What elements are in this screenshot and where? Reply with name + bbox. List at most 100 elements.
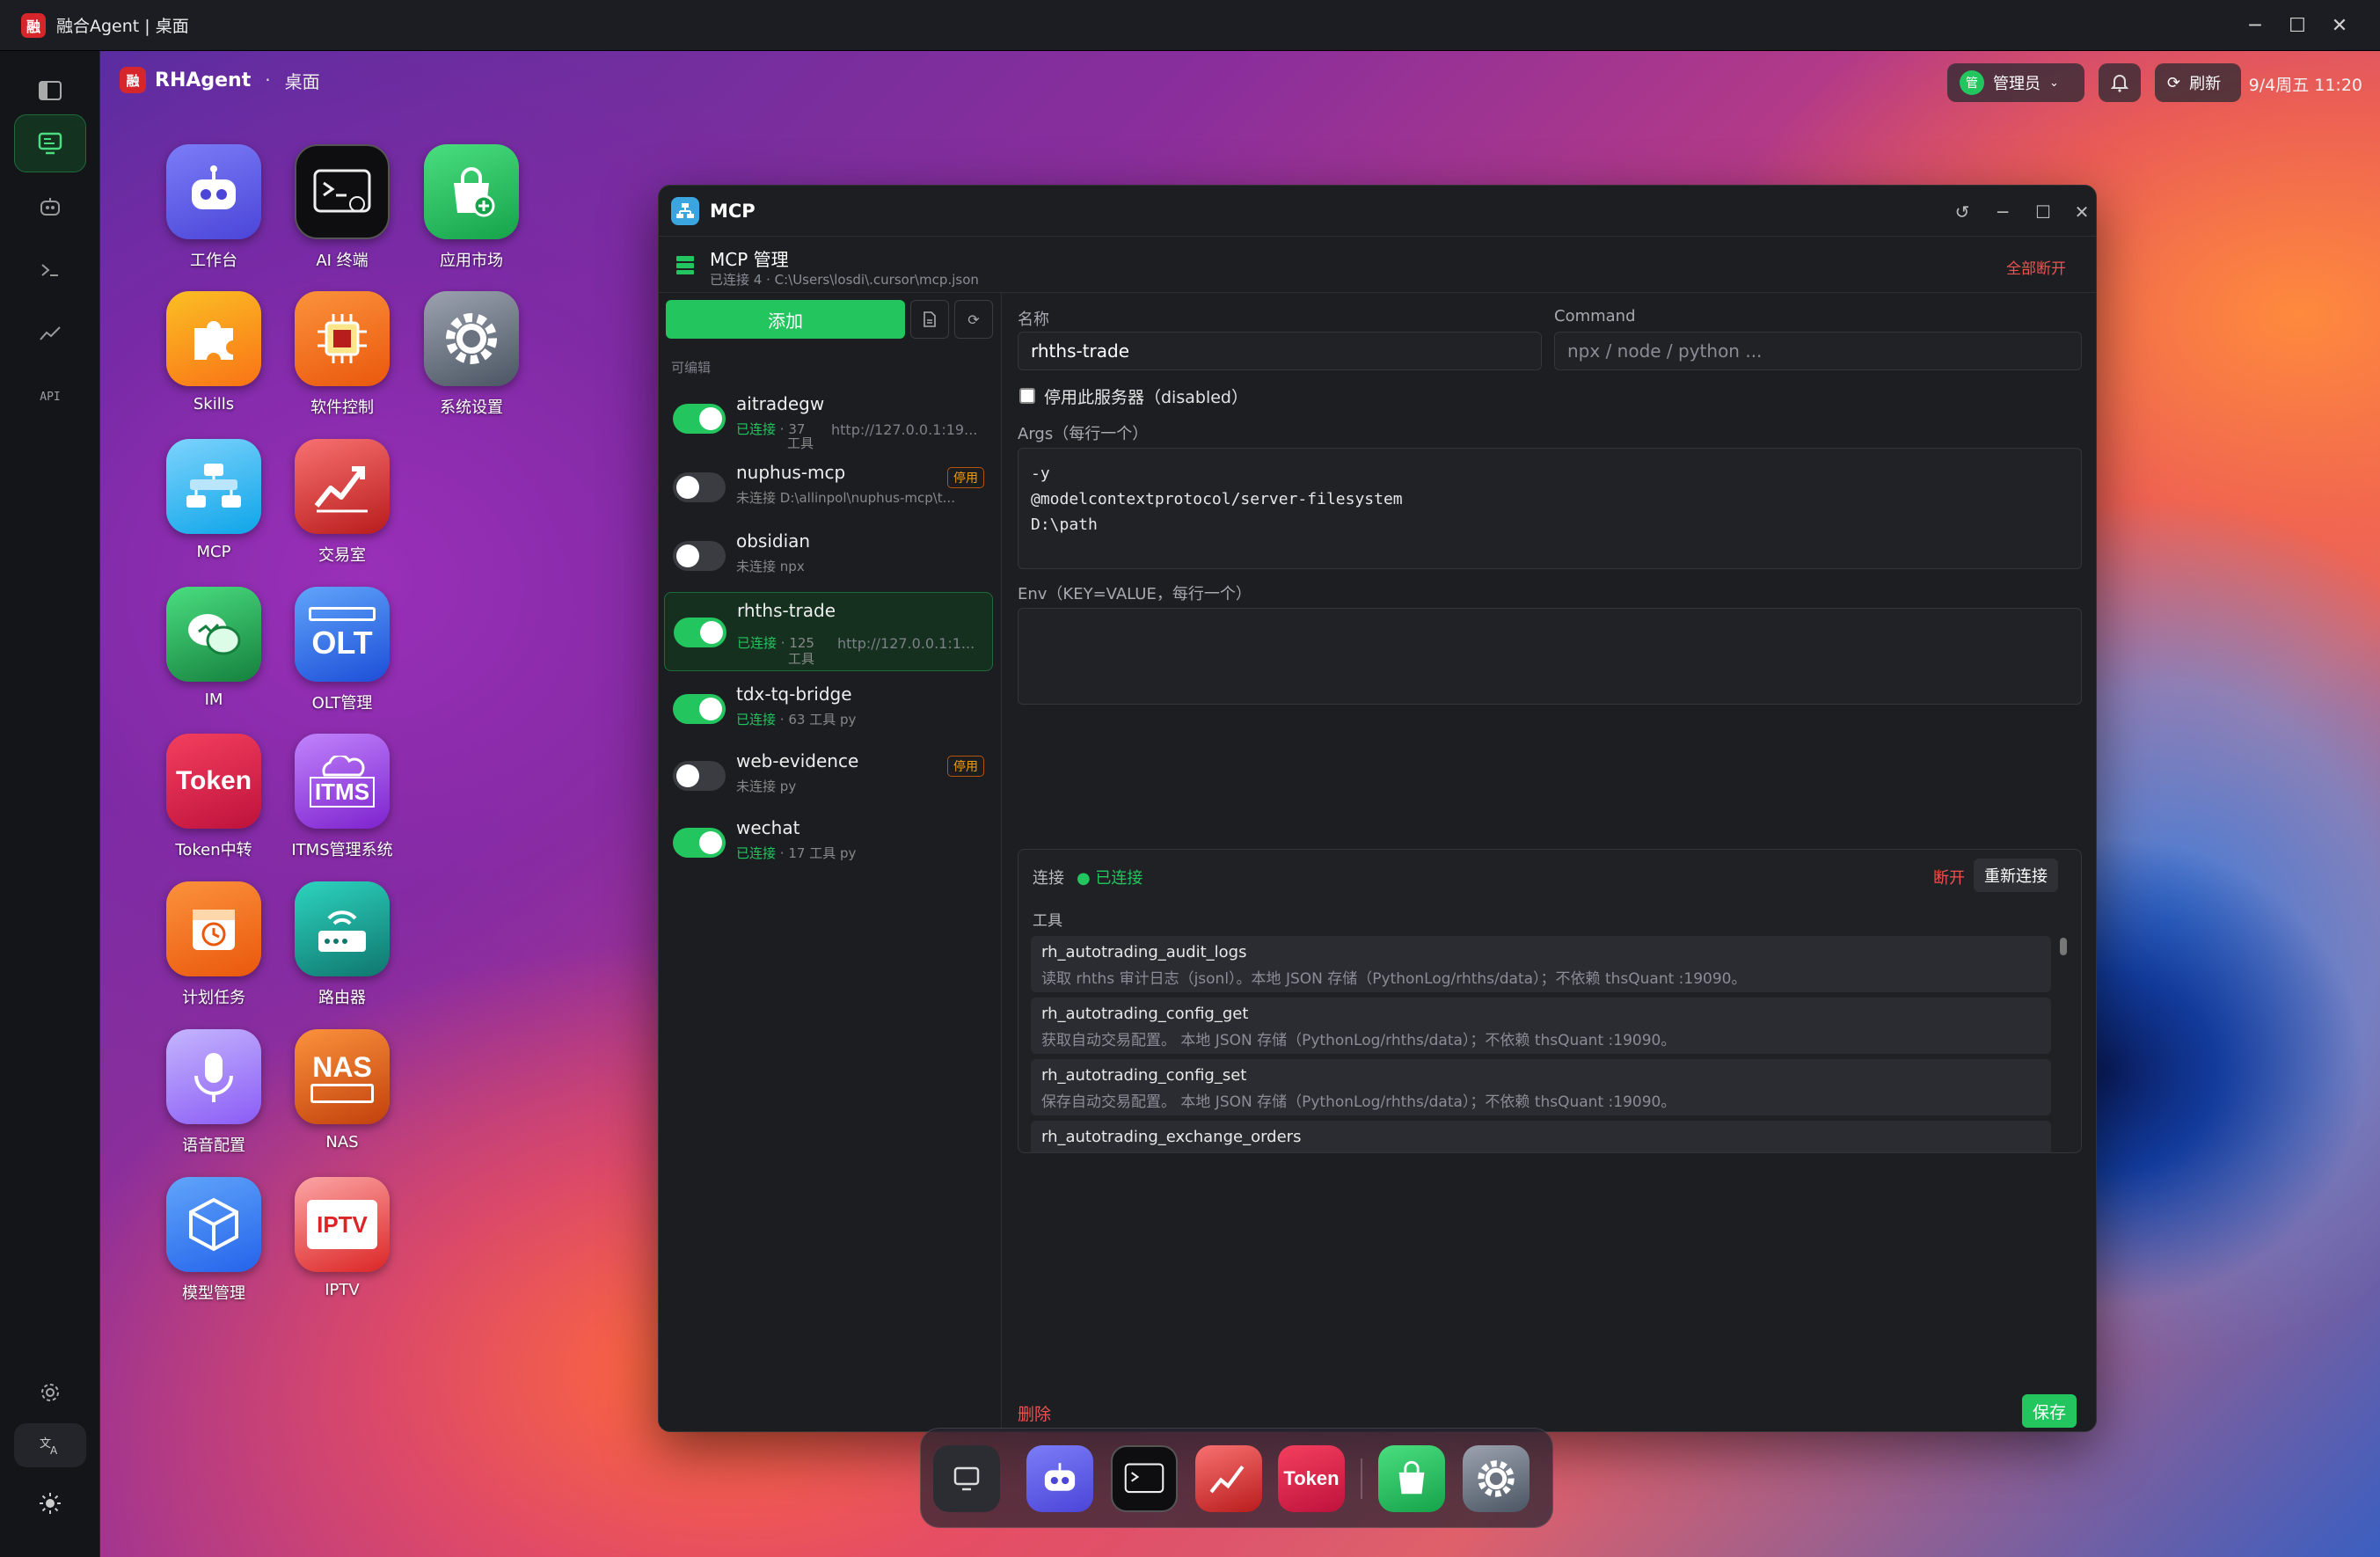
name-input[interactable]: rhths-trade [1018, 332, 1542, 370]
app-scheduled-tasks[interactable]: 计划任务 [148, 881, 280, 1008]
server-toggle[interactable] [673, 541, 726, 571]
server-toggle[interactable] [673, 472, 726, 502]
app-software-control[interactable]: 软件控制 [276, 291, 408, 418]
app-market[interactable]: 应用市场 [405, 144, 537, 271]
app-voice-config[interactable]: 语音配置 [148, 1029, 280, 1156]
dock-desktop[interactable] [933, 1445, 1000, 1512]
iptv-text: IPTV [317, 1210, 368, 1238]
server-toggle[interactable] [674, 618, 726, 647]
app-logo: 融 [21, 12, 46, 38]
dock-market[interactable] [1378, 1445, 1445, 1512]
delete-button[interactable]: 删除 [1018, 1401, 1051, 1425]
close-button[interactable]: ✕ [2318, 0, 2361, 51]
dock-workbench[interactable] [1026, 1445, 1093, 1512]
list-item[interactable]: rh_autotrading_audit_logs 读取 rhths 审计日志（… [1031, 936, 2051, 992]
file-icon[interactable] [910, 300, 949, 339]
list-item[interactable]: rh_autotrading_exchange_orders [1031, 1121, 2051, 1152]
dock-ai-terminal[interactable] [1111, 1445, 1178, 1512]
sidebar-item-agent[interactable] [14, 178, 86, 236]
shopping-bag-icon [424, 144, 519, 239]
app-olt[interactable]: OLT OLT管理 [276, 587, 408, 713]
app-model-management[interactable]: 模型管理 [148, 1177, 280, 1304]
tools-list[interactable]: rh_autotrading_audit_logs 读取 rhths 审计日志（… [1018, 931, 2081, 1152]
app-router[interactable]: 路由器 [276, 881, 408, 1008]
sidebar-item-api[interactable]: API [14, 368, 86, 426]
reload-icon[interactable]: ⟳ [954, 300, 993, 339]
app-label: 软件控制 [310, 398, 374, 417]
command-input[interactable]: npx / node / python ... [1554, 332, 2082, 370]
list-item[interactable]: rh_autotrading_config_set 保存自动交易配置。 本地 J… [1031, 1059, 2051, 1115]
theme-sun-icon[interactable] [14, 1481, 86, 1525]
tv-icon: IPTV [295, 1177, 390, 1272]
app-label: Skills [193, 395, 235, 413]
server-meta-tools: 工具 [787, 435, 814, 451]
app-token[interactable]: Token Token中转 [148, 734, 280, 860]
server-edit-panel: 名称 rhths-trade Command npx / node / pyth… [1002, 293, 2096, 1431]
list-item[interactable]: obsidian 未连接 npx [664, 523, 993, 587]
server-toggle[interactable] [673, 761, 726, 791]
save-button[interactable]: 保存 [2022, 1394, 2077, 1428]
env-textarea[interactable] [1018, 608, 2082, 705]
server-toggle[interactable] [673, 404, 726, 434]
maximize-button[interactable]: ☐ [2276, 0, 2318, 51]
tool-name: rh_autotrading_config_get [1041, 1005, 1249, 1023]
bell-icon[interactable] [2099, 63, 2141, 102]
dock-token[interactable]: Token [1278, 1445, 1345, 1512]
tool-name: rh_autotrading_exchange_orders [1041, 1128, 1302, 1146]
app-ai-terminal[interactable]: AI 终端 [276, 144, 408, 271]
app-system-settings[interactable]: 系统设置 [405, 291, 537, 418]
app-skills[interactable]: Skills [148, 291, 280, 413]
list-item[interactable]: tdx-tq-bridge 已连接 · 63 工具 py [664, 676, 993, 740]
server-name: rhths-trade [737, 600, 836, 621]
disable-label: 停用此服务器（disabled） [1044, 388, 1248, 407]
desktop: 融 RHAgent · 桌面 管 管理员 ⌄ ⟳ 刷新 9/4周五 11:20 … [100, 51, 2380, 1557]
list-item-selected[interactable]: rhths-trade 已连接 · 125 工具 http://127.0.0.… [664, 592, 993, 671]
sidebar-item-trading[interactable] [14, 304, 86, 362]
minimize-button[interactable]: ─ [1985, 194, 2020, 230]
server-status: 已连接 [736, 845, 777, 861]
gear-icon [1478, 1460, 1515, 1497]
reconnect-button[interactable]: 重新连接 [1974, 859, 2058, 892]
list-item[interactable]: web-evidence 未连接 py 停用 [664, 743, 993, 807]
connection-panel: 连接 ● 已连接 断开 重新连接 工具 rh_autotrading_audit… [1018, 849, 2082, 1153]
network-icon [166, 439, 261, 534]
list-item[interactable]: aitradegw 已连接 · 37 工具 http://127.0.0.1:1… [664, 386, 993, 451]
language-icon[interactable]: 文A [14, 1423, 86, 1467]
refresh-button[interactable]: ⟳ 刷新 [2155, 63, 2241, 102]
list-item[interactable]: rh_autotrading_config_get 获取自动交易配置。 本地 J… [1031, 998, 2051, 1054]
scrollbar-thumb[interactable] [2060, 938, 2067, 955]
args-textarea[interactable]: -y @modelcontextprotocol/server-filesyst… [1018, 448, 2082, 569]
server-status: 未连接 [736, 559, 777, 574]
app-nas[interactable]: NAS NAS [276, 1029, 408, 1151]
app-itms[interactable]: ITMS ITMS管理系统 [276, 734, 408, 860]
form-footer: 删除 保存 [1002, 1393, 2096, 1431]
disable-checkbox[interactable] [1019, 388, 1035, 404]
list-item[interactable]: nuphus-mcp 未连接 D:\allinpol\nuphus-mcp\t.… [664, 455, 993, 518]
minimize-button[interactable]: ─ [2234, 0, 2276, 51]
app-mcp[interactable]: MCP [148, 439, 280, 561]
sidebar-item-terminal[interactable] [14, 241, 86, 299]
dock-system-settings[interactable] [1463, 1445, 1529, 1512]
user-menu[interactable]: 管 管理员 ⌄ [1947, 63, 2084, 102]
app-trading-room[interactable]: 交易室 [276, 439, 408, 566]
sidebar-item-desktop[interactable] [14, 114, 86, 172]
refresh-icon: ⟳ [2167, 73, 2181, 92]
settings-icon[interactable] [14, 1371, 86, 1414]
add-server-button[interactable]: 添加 [666, 300, 905, 339]
gear-icon [424, 291, 519, 386]
server-toggle[interactable] [673, 828, 726, 858]
chip-icon [295, 291, 390, 386]
disconnect-all-button[interactable]: 全部断开 [2006, 256, 2066, 278]
maximize-button[interactable]: ☐ [2026, 194, 2061, 230]
server-toggle[interactable] [673, 694, 726, 724]
app-workbench[interactable]: 工作台 [148, 144, 280, 271]
dock-trading-room[interactable] [1195, 1445, 1262, 1512]
server-name: obsidian [736, 530, 811, 552]
close-button[interactable]: ✕ [2064, 194, 2096, 230]
app-iptv[interactable]: IPTV IPTV [276, 1177, 408, 1299]
disconnect-button[interactable]: 断开 [1933, 866, 1965, 888]
history-icon[interactable]: ↺ [1945, 194, 1980, 230]
app-im[interactable]: IM [148, 587, 280, 709]
list-item[interactable]: wechat 已连接 · 17 工具 py [664, 810, 993, 874]
sidebar-toggle-icon[interactable] [14, 69, 86, 113]
